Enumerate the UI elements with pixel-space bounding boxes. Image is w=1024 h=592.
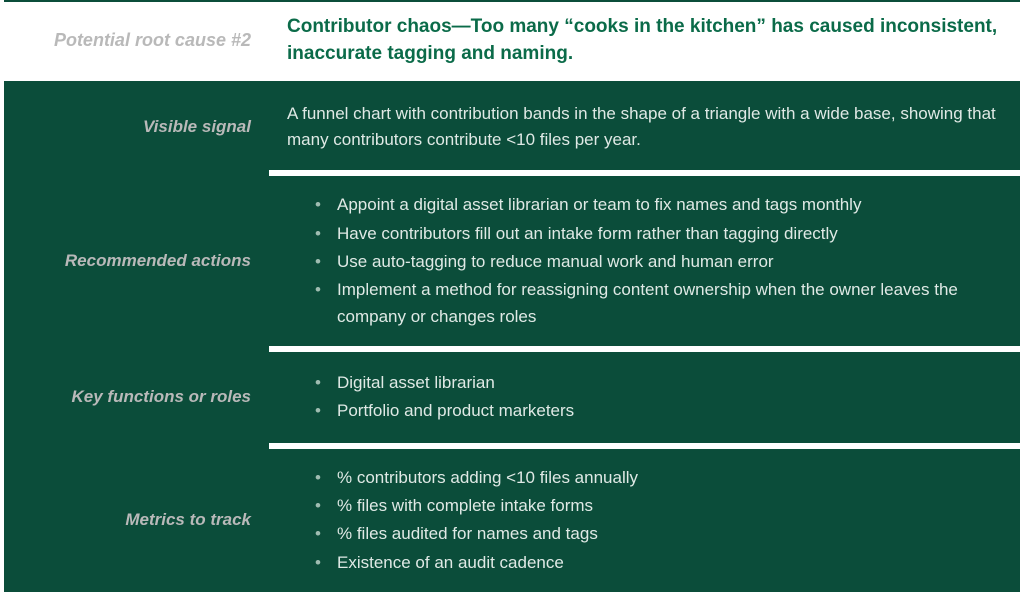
row-gap <box>4 170 1020 176</box>
list-item: % files with complete intake forms <box>315 493 1000 519</box>
row-gap <box>4 443 1020 449</box>
row-content-list: Appoint a digital asset librarian or tea… <box>287 192 1000 330</box>
list-item: Implement a method for reassigning conte… <box>315 277 1000 330</box>
list-item: Digital asset librarian <box>315 370 1000 396</box>
header-title: Contributor chaos—Too many “cooks in the… <box>287 14 1000 67</box>
row-visible-signal: Visible signal A funnel chart with contr… <box>4 83 1020 170</box>
list-item: % files audited for names and tags <box>315 521 1000 547</box>
row-recommended-actions: Recommended actions Appoint a digital as… <box>4 176 1020 346</box>
row-label: Recommended actions <box>16 250 251 272</box>
row-label: Key functions or roles <box>16 386 251 408</box>
list-item: Portfolio and product marketers <box>315 398 1000 424</box>
row-key-functions: Key functions or roles Digital asset lib… <box>4 352 1020 443</box>
row-content-list: Digital asset librarian Portfolio and pr… <box>287 370 1000 425</box>
row-content-text: A funnel chart with contribution bands i… <box>287 101 1000 152</box>
root-cause-card: Potential root cause #2 Contributor chao… <box>0 0 1024 592</box>
header-label: Potential root cause #2 <box>16 28 251 52</box>
row-content-list: % contributors adding <10 files annually… <box>287 465 1000 576</box>
header-row: Potential root cause #2 Contributor chao… <box>4 2 1020 83</box>
row-metrics-to-track: Metrics to track % contributors adding <… <box>4 449 1020 592</box>
list-item: % contributors adding <10 files annually <box>315 465 1000 491</box>
list-item: Have contributors fill out an intake for… <box>315 221 1000 247</box>
list-item: Existence of an audit cadence <box>315 550 1000 576</box>
row-label: Visible signal <box>16 116 251 138</box>
list-item: Appoint a digital asset librarian or tea… <box>315 192 1000 218</box>
row-gap <box>4 346 1020 352</box>
row-label: Metrics to track <box>16 509 251 531</box>
list-item: Use auto-tagging to reduce manual work a… <box>315 249 1000 275</box>
